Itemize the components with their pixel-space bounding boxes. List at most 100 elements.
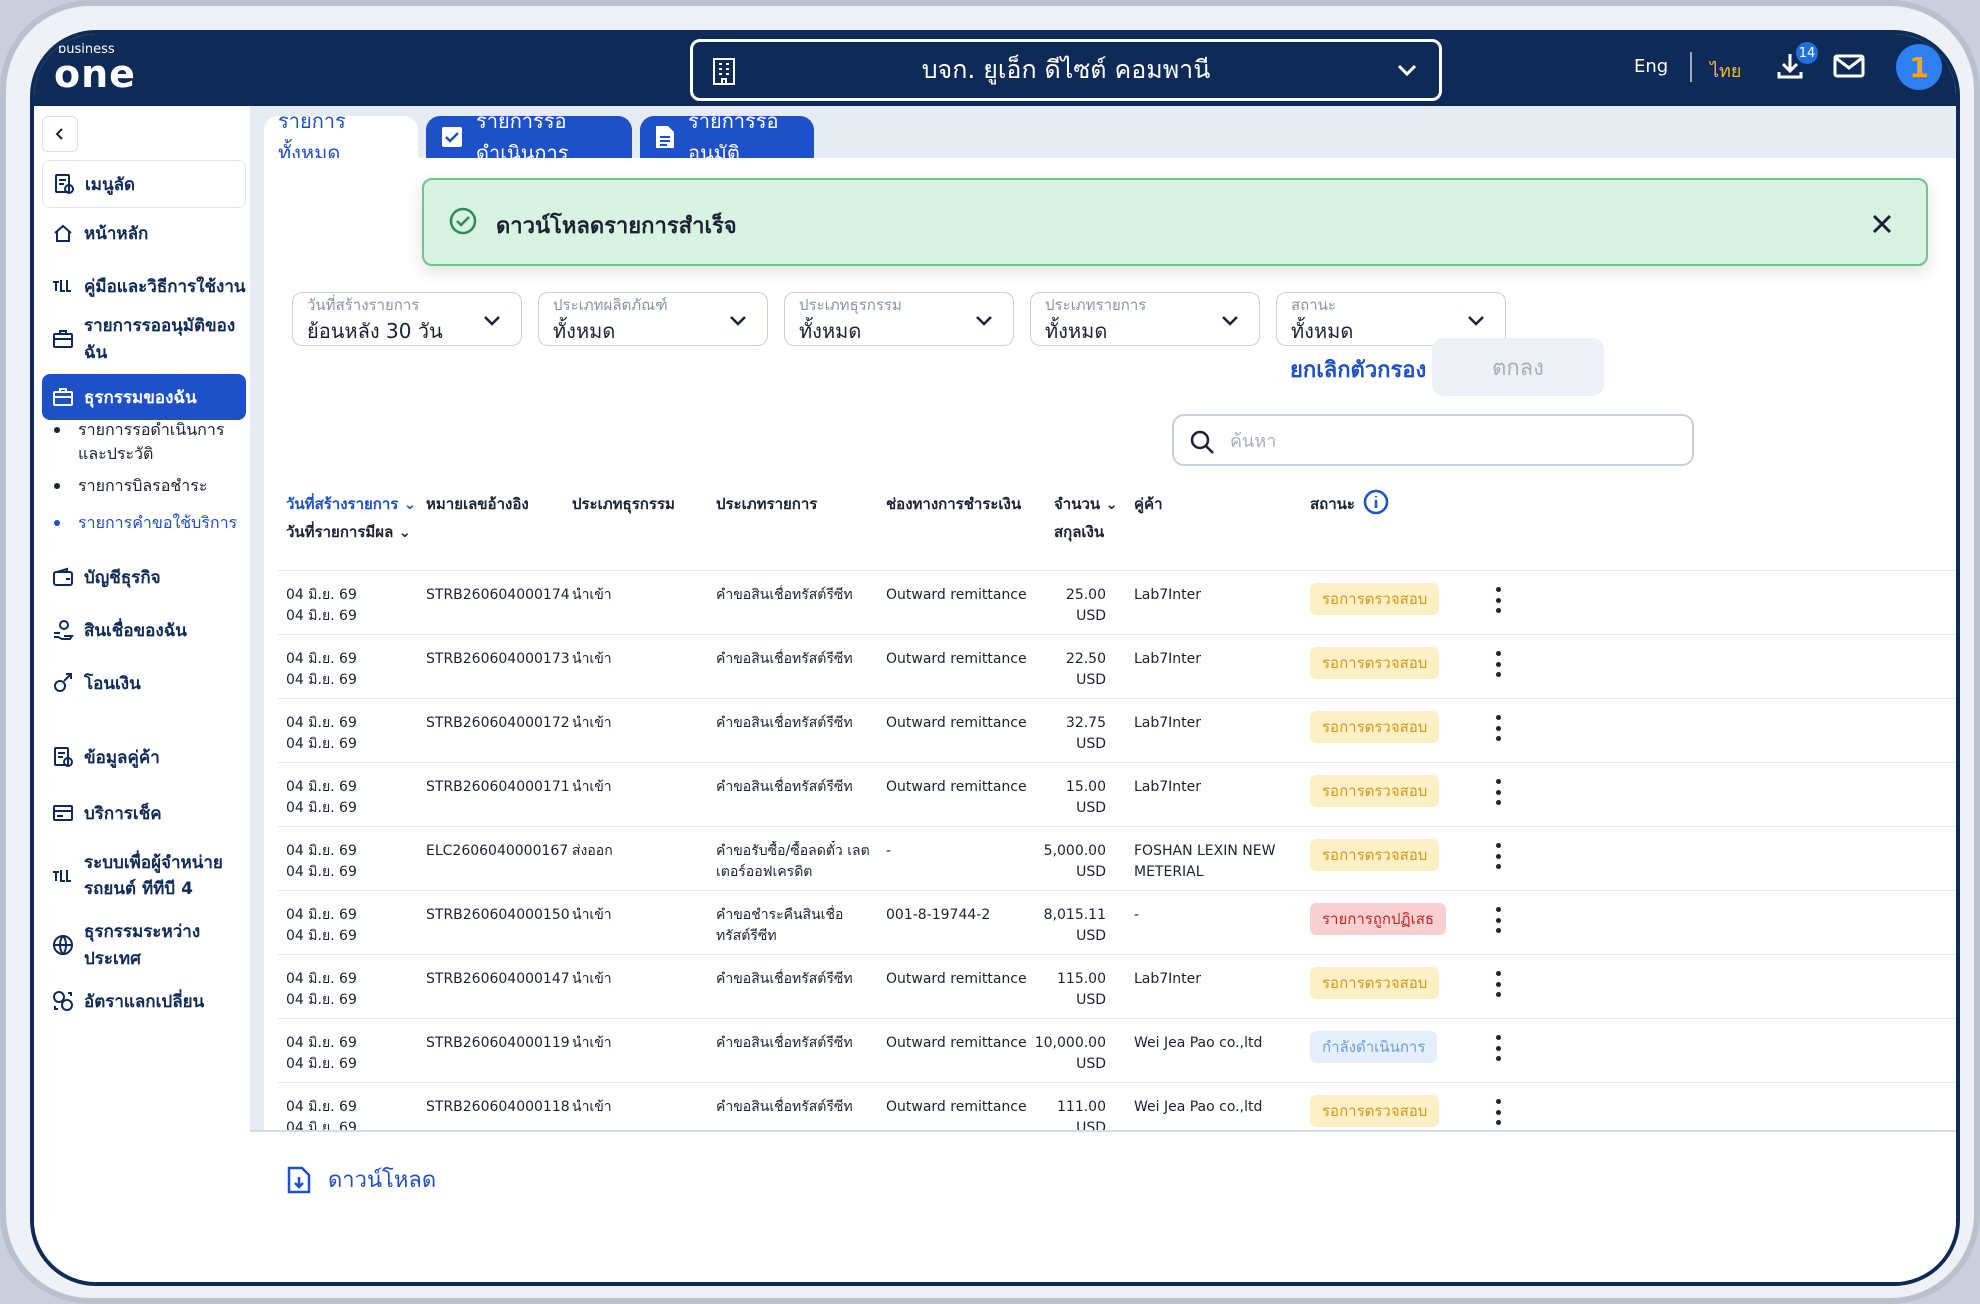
sidebar-item-shortcut[interactable]: เมนูลัด [42, 160, 246, 208]
sidebar-item-label: ข้อมูลคู่ค้า [84, 747, 160, 768]
table-row[interactable]: 04 มิ.ย. 69 04 มิ.ย. 69 STRB260604000172 นำ… [278, 698, 1956, 762]
app-screen: business one บจก. ยูเอ็ก ดีไซต์ คอมพานี … [30, 30, 1960, 1286]
date-cell: 04 มิ.ย. 69 04 มิ.ย. 69 [286, 1033, 416, 1075]
status-badge: รอการตรวจสอบ [1310, 967, 1440, 999]
partner-doc-icon [50, 745, 76, 769]
more-options-icon[interactable] [1486, 585, 1510, 615]
table-row[interactable]: 04 มิ.ย. 69 04 มิ.ย. 69 STRB260604000171 นำ… [278, 762, 1956, 826]
sidebar-item-my-loans[interactable]: สินเชื่อของฉัน [42, 615, 246, 645]
chevron-down-icon [1219, 309, 1241, 335]
sidebar-item-business-accounts[interactable]: บัญชีธุรกิจ [42, 562, 246, 592]
more-options-icon[interactable] [1486, 841, 1510, 871]
building-icon [711, 56, 737, 92]
filter-transaction-type[interactable]: ประเภทธุรกรรม ทั้งหมด [784, 292, 1014, 346]
sidebar-item-home[interactable]: หน้าหลัก [42, 218, 246, 248]
bank-logo-icon [50, 864, 76, 888]
table-row[interactable]: 04 มิ.ย. 69 04 มิ.ย. 69 STRB260604000150 นำ… [278, 890, 1956, 954]
sidebar-subitem-bills[interactable]: รายการบิลรอชำระ [54, 474, 244, 498]
sidebar-item-transfer[interactable]: โอนเงิน [42, 668, 246, 698]
sidebar-item-label: บริการเช็ค [84, 803, 162, 824]
checkbox-icon [440, 125, 464, 149]
header-reference: หมายเลขอ้างอิง [426, 495, 529, 513]
more-options-icon[interactable] [1486, 969, 1510, 999]
filter-label: ประเภทธุรกรรม [799, 296, 902, 314]
sidebar-item-manual[interactable]: คู่มือและวิธีการใช้งาน [42, 271, 246, 301]
created-date: 04 มิ.ย. 69 [286, 1099, 357, 1115]
currency-value: USD [1076, 608, 1106, 624]
amount-cell: 8,015.11 USD [986, 905, 1106, 947]
more-options-icon[interactable] [1486, 649, 1510, 679]
amount-cell: 115.00 USD [986, 969, 1106, 1011]
sidebar-item-cheque[interactable]: บริการเช็ค [42, 798, 246, 828]
sidebar-item-partners[interactable]: ข้อมูลคู่ค้า [42, 742, 246, 772]
avatar[interactable]: 1 [1896, 44, 1942, 90]
search-box[interactable] [1172, 414, 1694, 466]
sidebar-subitem-service-requests[interactable]: รายการคำขอใช้บริการ [54, 511, 244, 535]
download-file-icon [286, 1165, 312, 1195]
sidebar-item-label: ระบบเพื่อผู้จำหน่ายรถยนต์ ทีทีบี 4 [84, 853, 223, 899]
search-input[interactable] [1230, 426, 1670, 456]
transaction-type-cell: นำเข้า [572, 779, 612, 795]
lang-english-button[interactable]: Eng [1634, 56, 1668, 77]
more-options-icon[interactable] [1486, 713, 1510, 743]
lang-thai-button[interactable]: ไทย [1710, 56, 1741, 85]
amount-cell: 32.75 USD [986, 713, 1106, 755]
currency-value: USD [1076, 864, 1106, 880]
home-icon [50, 221, 76, 245]
header-effective-date[interactable]: วันที่รายการมีผล ⌄ [286, 520, 411, 544]
filter-item-type[interactable]: ประเภทรายการ ทั้งหมด [1030, 292, 1260, 346]
more-options-icon[interactable] [1486, 777, 1510, 807]
table-row[interactable]: 04 มิ.ย. 69 04 มิ.ย. 69 ELC2606040000167 ส่… [278, 826, 1956, 890]
filter-product-type[interactable]: ประเภทผลิตภัณฑ์ ทั้งหมด [538, 292, 768, 346]
header-payment-channel: ช่องทางการชำระเงิน [886, 495, 1022, 513]
sidebar-item-international[interactable]: ธุรกรรมระหว่างประเทศ [42, 922, 246, 969]
sidebar-item-dealer-system[interactable]: ระบบเพื่อผู้จำหน่ายรถยนต์ ทีทีบี 4 [42, 846, 246, 906]
sidebar-subitem-pending-history[interactable]: รายการรอดำเนินการ และประวัติ [54, 418, 244, 466]
status-badge: กำลังดำเนินการ [1310, 1031, 1438, 1063]
table-row[interactable]: 04 มิ.ย. 69 04 มิ.ย. 69 STRB260604000147 นำ… [278, 954, 1956, 1018]
transfer-icon [50, 671, 76, 695]
loan-hand-icon [50, 618, 76, 642]
created-date: 04 มิ.ย. 69 [286, 715, 357, 731]
header-partner: คู่ค้า [1134, 495, 1163, 513]
tab-all-items[interactable]: รายการทั้งหมด [264, 109, 418, 165]
more-options-icon[interactable] [1486, 905, 1510, 935]
sidebar-item-my-transactions[interactable]: ธุรกรรมของฉัน [42, 374, 246, 420]
item-type-cell: คำขอสินเชื่อทรัสต์รีซีท [716, 651, 853, 667]
download-button[interactable]: ดาวน์โหลด [286, 1162, 436, 1197]
chevron-down-icon [973, 309, 995, 335]
clear-filter-button[interactable]: ยกเลิกตัวกรอง [1290, 352, 1426, 387]
filter-label: วันที่สร้างรายการ [307, 296, 420, 314]
currency-value: USD [1076, 992, 1106, 1008]
sidebar-item-my-approvals[interactable]: รายการรออนุมัติของฉัน [42, 316, 246, 363]
collapse-sidebar-button[interactable] [42, 116, 78, 152]
sidebar-subitem-label: รายการรอดำเนินการ และประวัติ [78, 420, 225, 463]
tab-awaiting-approval[interactable]: รายการรออนุมัติ [640, 109, 814, 165]
effective-date: 04 มิ.ย. 69 [286, 608, 357, 624]
apply-filter-button[interactable]: ตกลง [1432, 338, 1604, 396]
close-icon[interactable] [1868, 210, 1896, 242]
header-created-date[interactable]: วันที่สร้างรายการ ⌄ [286, 492, 416, 516]
created-date: 04 มิ.ย. 69 [286, 779, 357, 795]
company-selector[interactable]: บจก. ยูเอ็ก ดีไซต์ คอมพานี [690, 39, 1442, 101]
more-options-icon[interactable] [1486, 1097, 1510, 1127]
tab-pending[interactable]: รายการรอดำเนินการ [426, 109, 632, 165]
table-row[interactable]: 04 มิ.ย. 69 04 มิ.ย. 69 STRB260604000173 นำ… [278, 634, 1956, 698]
shortcut-icon [51, 172, 77, 196]
sidebar-item-exchange-rates[interactable]: อัตราแลกเปลี่ยน [42, 986, 246, 1016]
filter-created-date[interactable]: วันที่สร้างรายการ ย้อนหลัง 30 วัน [292, 292, 522, 346]
table-row[interactable]: 04 มิ.ย. 69 04 มิ.ย. 69 STRB260604000119 นำ… [278, 1018, 1956, 1082]
amount-cell: 10,000.00 USD [986, 1033, 1106, 1075]
transactions-panel: วันที่สร้างรายการ ย้อนหลัง 30 วัน ประเภท… [264, 158, 1956, 1282]
status-badge: รอการตรวจสอบ [1310, 775, 1440, 807]
table-row[interactable]: 04 มิ.ย. 69 04 มิ.ย. 69 STRB260604000174 นำ… [278, 570, 1956, 634]
transaction-type-cell: นำเข้า [572, 715, 612, 731]
status-badge: รอการตรวจสอบ [1310, 839, 1440, 871]
header-amount[interactable]: จำนวน ⌄ [1054, 492, 1118, 516]
more-options-icon[interactable] [1486, 1033, 1510, 1063]
mail-icon[interactable] [1832, 52, 1866, 84]
effective-date: 04 มิ.ย. 69 [286, 736, 357, 752]
created-date: 04 มิ.ย. 69 [286, 651, 357, 667]
info-icon[interactable] [1362, 488, 1390, 520]
partner-cell: Lab7Inter [1134, 587, 1202, 603]
